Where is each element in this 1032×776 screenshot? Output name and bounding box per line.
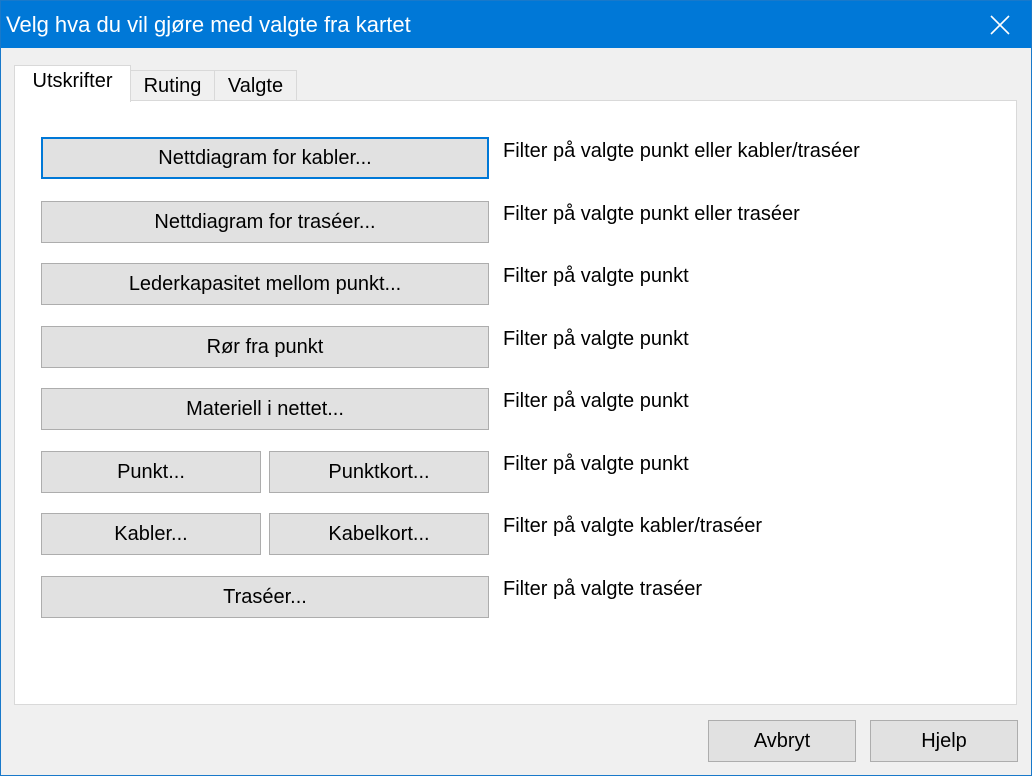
tab-panel-utskrifter: Nettdiagram for kabler... Filter på valg… [14, 100, 1017, 705]
help-button[interactable]: Hjelp [870, 720, 1018, 762]
ror-fra-punkt-button[interactable]: Rør fra punkt [41, 326, 489, 368]
dialog-window: Velg hva du vil gjøre med valgte fra kar… [0, 0, 1032, 776]
nettdiagram-kabler-button[interactable]: Nettdiagram for kabler... [41, 137, 489, 179]
tab-valgte[interactable]: Valgte [214, 70, 297, 100]
close-icon [990, 14, 1010, 35]
row-description: Filter på valgte traséer [503, 578, 702, 600]
row-description: Filter på valgte punkt [503, 265, 689, 287]
punktkort-button[interactable]: Punktkort... [269, 451, 489, 493]
close-button[interactable] [969, 1, 1031, 48]
title-bar: Velg hva du vil gjøre med valgte fra kar… [1, 1, 1031, 48]
punkt-button[interactable]: Punkt... [41, 451, 261, 493]
nettdiagram-traseer-button[interactable]: Nettdiagram for traséer... [41, 201, 489, 243]
row-description: Filter på valgte punkt eller traséer [503, 203, 800, 225]
row-description: Filter på valgte punkt [503, 328, 689, 350]
lederkapasitet-button[interactable]: Lederkapasitet mellom punkt... [41, 263, 489, 305]
tab-ruting[interactable]: Ruting [130, 70, 215, 100]
kabler-button[interactable]: Kabler... [41, 513, 261, 555]
traseer-button[interactable]: Traséer... [41, 576, 489, 618]
row-description: Filter på valgte punkt eller kabler/tras… [503, 140, 860, 162]
cancel-button[interactable]: Avbryt [708, 720, 856, 762]
kabelkort-button[interactable]: Kabelkort... [269, 513, 489, 555]
tab-utskrifter[interactable]: Utskrifter [14, 65, 131, 102]
row-description: Filter på valgte kabler/traséer [503, 515, 763, 537]
row-description: Filter på valgte punkt [503, 390, 689, 412]
window-title: Velg hva du vil gjøre med valgte fra kar… [6, 12, 411, 37]
row-description: Filter på valgte punkt [503, 453, 689, 475]
materiell-button[interactable]: Materiell i nettet... [41, 388, 489, 430]
